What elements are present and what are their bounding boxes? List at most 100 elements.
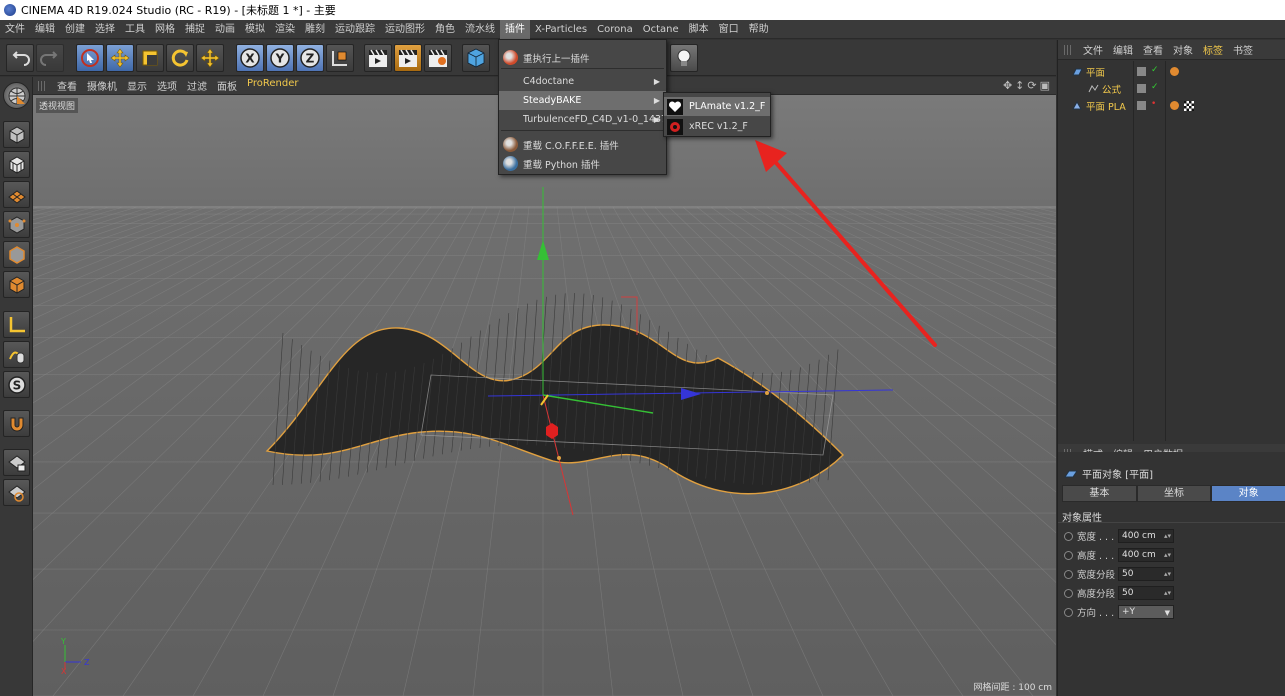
maximize-view-icon[interactable]: ▣ (1040, 79, 1050, 92)
menu-14[interactable]: 流水线 (460, 20, 500, 39)
menu-13[interactable]: 角色 (430, 20, 460, 39)
tweak-mode-button[interactable] (3, 341, 30, 368)
object-name[interactable]: 公式 (1102, 82, 1121, 96)
object-row[interactable]: 平面 PLA • (1058, 98, 1285, 114)
menu-18[interactable]: Octane (638, 20, 684, 39)
object-manager-menu-0[interactable]: 文件 (1078, 42, 1108, 57)
animation-radio-icon[interactable] (1064, 531, 1073, 541)
menu-16[interactable]: X-Particles (530, 20, 592, 39)
object-manager-menu-4[interactable]: 标签 (1198, 42, 1228, 57)
spinner-arrows-icon[interactable]: ▴▾ (1164, 549, 1171, 561)
object-manager-menu-3[interactable]: 对象 (1168, 42, 1198, 57)
tag-icon[interactable] (1170, 101, 1179, 110)
object-name[interactable]: 平面 PLA (1086, 99, 1126, 113)
menu-2[interactable]: 创建 (60, 20, 90, 39)
magnet-button[interactable] (3, 410, 30, 437)
dolly-icon[interactable]: ↕ (1015, 79, 1024, 92)
property-value-field[interactable]: 50 ▴▾ (1118, 586, 1174, 600)
menu-7[interactable]: 动画 (210, 20, 240, 39)
viewport-menu-6[interactable]: ProRender (242, 78, 303, 93)
animation-radio-icon[interactable] (1064, 588, 1073, 598)
object-row[interactable]: 公式 ✓ (1058, 81, 1285, 97)
viewport-menu-0[interactable]: 查看 (52, 78, 82, 93)
plugin-menu-item-0[interactable]: 重执行上一插件 (499, 48, 666, 67)
menu-6[interactable]: 捕捉 (180, 20, 210, 39)
menu-0[interactable]: 文件 (0, 20, 30, 39)
menu-19[interactable]: 脚本 (684, 20, 714, 39)
texture-mode-button[interactable] (3, 151, 30, 178)
animation-radio-icon[interactable] (1064, 569, 1073, 579)
orbit-icon[interactable]: ⟳ (1027, 79, 1036, 92)
menu-5[interactable]: 网格 (150, 20, 180, 39)
snap-button[interactable]: S (3, 371, 30, 398)
attribute-tab-1[interactable]: 坐标 (1136, 485, 1212, 502)
menu-17[interactable]: Corona (592, 20, 638, 39)
menu-9[interactable]: 渲染 (270, 20, 300, 39)
menu-12[interactable]: 运动图形 (380, 20, 430, 39)
recent-tool-button[interactable] (196, 44, 224, 72)
viewport-menu-4[interactable]: 过滤 (182, 78, 212, 93)
tag-icon[interactable] (1170, 67, 1179, 76)
x-axis-button[interactable]: X (236, 44, 264, 72)
spinner-arrows-icon[interactable]: ▴▾ (1164, 587, 1171, 599)
checker-tag-icon[interactable] (1184, 101, 1194, 111)
plugin-menu-item-3[interactable]: TurbulenceFD_C4D_v1-0_1437 ▶ (499, 110, 666, 129)
checkmark-icon[interactable]: ✓ (1151, 65, 1159, 75)
cube-object-button[interactable] (462, 44, 490, 72)
redo-button[interactable] (36, 44, 64, 72)
make-editable-button[interactable] (3, 82, 30, 109)
menu-20[interactable]: 窗口 (714, 20, 744, 39)
axis-mode-button[interactable] (3, 311, 30, 338)
menu-10[interactable]: 雕刻 (300, 20, 330, 39)
menu-21[interactable]: 帮助 (744, 20, 774, 39)
perspective-viewport[interactable]: 透视视图 Y Z X 网格间距 : 100 cm (33, 95, 1056, 696)
coordinate-system-button[interactable] (326, 44, 354, 72)
visibility-toggle[interactable] (1137, 67, 1146, 76)
viewport-menu-2[interactable]: 显示 (122, 78, 152, 93)
live-selection-button[interactable] (76, 44, 104, 72)
orientation-select[interactable]: +Y ▼ (1118, 605, 1174, 619)
menu-1[interactable]: 编辑 (30, 20, 60, 39)
object-name[interactable]: 平面 (1086, 65, 1105, 79)
steadybake-item-0[interactable]: PLAmate v1.2_F (664, 97, 770, 116)
menu-4[interactable]: 工具 (120, 20, 150, 39)
render-active-button[interactable] (394, 44, 422, 72)
light-object-button[interactable] (670, 44, 698, 72)
z-axis-button[interactable]: Z (296, 44, 324, 72)
attribute-tab-0[interactable]: 基本 (1062, 485, 1137, 502)
viewport-menu-3[interactable]: 选项 (152, 78, 182, 93)
viewport-menu-5[interactable]: 面板 (212, 78, 242, 93)
edges-mode-button[interactable] (3, 241, 30, 268)
plugin-menu-item-4[interactable]: 重载 C.O.F.F.E.E. 插件 (499, 135, 666, 154)
dot-status-icon[interactable]: • (1151, 99, 1156, 109)
animation-radio-icon[interactable] (1064, 607, 1073, 617)
property-value-field[interactable]: 400 cm ▴▾ (1118, 529, 1174, 543)
spinner-arrows-icon[interactable]: ▴▾ (1164, 568, 1171, 580)
y-axis-button[interactable]: Y (266, 44, 294, 72)
move-tool-button[interactable] (106, 44, 134, 72)
rotate-tool-button[interactable] (166, 44, 194, 72)
attribute-tab-2[interactable]: 对象 (1211, 485, 1285, 502)
menu-8[interactable]: 模拟 (240, 20, 270, 39)
object-manager-menu-1[interactable]: 编辑 (1108, 42, 1138, 57)
object-row[interactable]: 平面 ✓ (1058, 64, 1285, 80)
planar-workplane-button[interactable] (3, 479, 30, 506)
plugin-menu-item-5[interactable]: 重载 Python 插件 (499, 154, 666, 173)
object-manager-menu-5[interactable]: 书签 (1228, 42, 1258, 57)
checkmark-icon[interactable]: ✓ (1151, 82, 1159, 92)
steadybake-item-1[interactable]: xREC v1.2_F (664, 117, 770, 136)
menu-15[interactable]: 插件 (500, 19, 530, 39)
render-settings-button[interactable] (424, 44, 452, 72)
plugin-menu-item-1[interactable]: C4doctane ▶ (499, 72, 666, 91)
model-mode-button[interactable] (3, 121, 30, 148)
plane-mesh[interactable] (265, 292, 844, 495)
viewport-menu-1[interactable]: 摄像机 (82, 78, 122, 93)
visibility-toggle[interactable] (1137, 101, 1146, 110)
workplane-button[interactable] (3, 181, 30, 208)
scale-tool-button[interactable] (136, 44, 164, 72)
polygons-mode-button[interactable] (3, 271, 30, 298)
property-value-field[interactable]: 400 cm ▴▾ (1118, 548, 1174, 562)
pan-icon[interactable]: ✥ (1003, 79, 1012, 92)
locked-workplane-button[interactable] (3, 449, 30, 476)
points-mode-button[interactable] (3, 211, 30, 238)
